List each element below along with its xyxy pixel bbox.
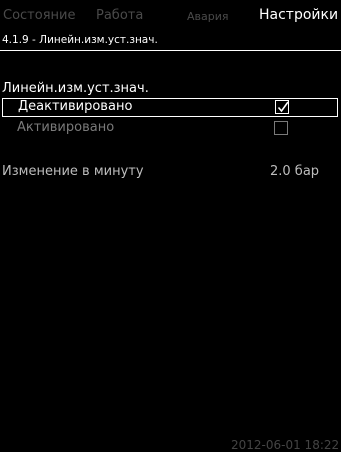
screen-id: 4.1.9 - Линейн.изм.уст.знач. xyxy=(2,34,158,46)
option-deactivated-label: Деактивировано xyxy=(18,99,133,114)
change-per-minute-value[interactable]: 2.0 бар xyxy=(270,164,319,180)
tab-alarm[interactable]: Авария xyxy=(187,9,229,25)
checkbox-deactivated[interactable] xyxy=(275,100,289,114)
tab-operation[interactable]: Работа xyxy=(96,8,143,24)
option-activated[interactable]: Активировано xyxy=(2,119,338,138)
change-per-minute-label: Изменение в минуту xyxy=(2,164,144,179)
datetime: 2012-06-01 18:22 xyxy=(231,438,340,452)
header-divider xyxy=(0,50,341,51)
checkbox-activated[interactable] xyxy=(274,121,288,135)
tab-status[interactable]: Состояние xyxy=(3,8,75,24)
controller-screen: Состояние Работа Авария Настройки 4.1.9 … xyxy=(0,0,341,452)
option-activated-label: Активировано xyxy=(17,120,115,135)
section-title: Линейн.изм.уст.знач. xyxy=(2,81,149,96)
option-deactivated[interactable]: Деактивировано xyxy=(2,98,338,117)
check-icon xyxy=(277,101,289,113)
tab-bar: Состояние Работа Авария Настройки xyxy=(0,0,341,32)
tab-settings[interactable]: Настройки xyxy=(259,7,338,23)
